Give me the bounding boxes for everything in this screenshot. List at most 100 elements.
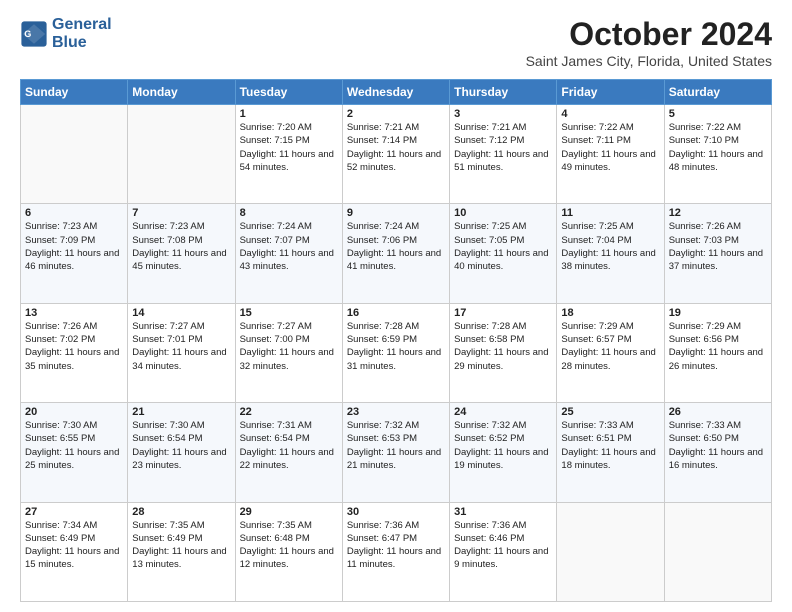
day-info: Sunrise: 7:25 AM Sunset: 7:04 PM Dayligh… [561, 220, 659, 273]
week-row-3: 13Sunrise: 7:26 AM Sunset: 7:02 PM Dayli… [21, 303, 772, 402]
calendar-cell: 26Sunrise: 7:33 AM Sunset: 6:50 PM Dayli… [664, 403, 771, 502]
calendar-cell [128, 105, 235, 204]
weekday-header-sunday: Sunday [21, 80, 128, 105]
day-info: Sunrise: 7:23 AM Sunset: 7:09 PM Dayligh… [25, 220, 123, 273]
day-number: 11 [561, 207, 659, 219]
calendar-cell: 15Sunrise: 7:27 AM Sunset: 7:00 PM Dayli… [235, 303, 342, 402]
day-info: Sunrise: 7:21 AM Sunset: 7:12 PM Dayligh… [454, 121, 552, 174]
calendar-cell: 24Sunrise: 7:32 AM Sunset: 6:52 PM Dayli… [450, 403, 557, 502]
calendar-cell: 1Sunrise: 7:20 AM Sunset: 7:15 PM Daylig… [235, 105, 342, 204]
day-number: 22 [240, 406, 338, 418]
day-number: 27 [25, 506, 123, 518]
day-number: 4 [561, 108, 659, 120]
day-number: 21 [132, 406, 230, 418]
day-number: 23 [347, 406, 445, 418]
day-info: Sunrise: 7:22 AM Sunset: 7:10 PM Dayligh… [669, 121, 767, 174]
day-info: Sunrise: 7:29 AM Sunset: 6:57 PM Dayligh… [561, 320, 659, 373]
day-info: Sunrise: 7:27 AM Sunset: 7:01 PM Dayligh… [132, 320, 230, 373]
calendar-cell: 9Sunrise: 7:24 AM Sunset: 7:06 PM Daylig… [342, 204, 449, 303]
location: Saint James City, Florida, United States [526, 53, 772, 69]
day-info: Sunrise: 7:36 AM Sunset: 6:47 PM Dayligh… [347, 519, 445, 572]
day-number: 12 [669, 207, 767, 219]
day-info: Sunrise: 7:30 AM Sunset: 6:54 PM Dayligh… [132, 419, 230, 472]
day-number: 28 [132, 506, 230, 518]
calendar-cell: 5Sunrise: 7:22 AM Sunset: 7:10 PM Daylig… [664, 105, 771, 204]
week-row-4: 20Sunrise: 7:30 AM Sunset: 6:55 PM Dayli… [21, 403, 772, 502]
calendar-cell [557, 502, 664, 601]
weekday-header-thursday: Thursday [450, 80, 557, 105]
calendar-cell: 20Sunrise: 7:30 AM Sunset: 6:55 PM Dayli… [21, 403, 128, 502]
day-info: Sunrise: 7:34 AM Sunset: 6:49 PM Dayligh… [25, 519, 123, 572]
day-number: 18 [561, 307, 659, 319]
day-info: Sunrise: 7:32 AM Sunset: 6:52 PM Dayligh… [454, 419, 552, 472]
day-number: 2 [347, 108, 445, 120]
day-number: 13 [25, 307, 123, 319]
calendar-cell: 6Sunrise: 7:23 AM Sunset: 7:09 PM Daylig… [21, 204, 128, 303]
calendar-cell: 27Sunrise: 7:34 AM Sunset: 6:49 PM Dayli… [21, 502, 128, 601]
calendar-cell: 4Sunrise: 7:22 AM Sunset: 7:11 PM Daylig… [557, 105, 664, 204]
calendar-cell: 30Sunrise: 7:36 AM Sunset: 6:47 PM Dayli… [342, 502, 449, 601]
weekday-header-monday: Monday [128, 80, 235, 105]
day-info: Sunrise: 7:28 AM Sunset: 6:58 PM Dayligh… [454, 320, 552, 373]
day-number: 30 [347, 506, 445, 518]
calendar-cell: 12Sunrise: 7:26 AM Sunset: 7:03 PM Dayli… [664, 204, 771, 303]
day-info: Sunrise: 7:20 AM Sunset: 7:15 PM Dayligh… [240, 121, 338, 174]
day-number: 24 [454, 406, 552, 418]
page: G General Blue October 2024 Saint James … [0, 0, 792, 612]
day-info: Sunrise: 7:28 AM Sunset: 6:59 PM Dayligh… [347, 320, 445, 373]
calendar-cell: 22Sunrise: 7:31 AM Sunset: 6:54 PM Dayli… [235, 403, 342, 502]
calendar-cell: 2Sunrise: 7:21 AM Sunset: 7:14 PM Daylig… [342, 105, 449, 204]
day-info: Sunrise: 7:26 AM Sunset: 7:02 PM Dayligh… [25, 320, 123, 373]
day-info: Sunrise: 7:33 AM Sunset: 6:51 PM Dayligh… [561, 419, 659, 472]
weekday-header-tuesday: Tuesday [235, 80, 342, 105]
day-info: Sunrise: 7:26 AM Sunset: 7:03 PM Dayligh… [669, 220, 767, 273]
calendar-cell: 3Sunrise: 7:21 AM Sunset: 7:12 PM Daylig… [450, 105, 557, 204]
calendar-cell: 23Sunrise: 7:32 AM Sunset: 6:53 PM Dayli… [342, 403, 449, 502]
day-number: 3 [454, 108, 552, 120]
day-info: Sunrise: 7:24 AM Sunset: 7:06 PM Dayligh… [347, 220, 445, 273]
weekday-header-row: SundayMondayTuesdayWednesdayThursdayFrid… [21, 80, 772, 105]
calendar-cell: 21Sunrise: 7:30 AM Sunset: 6:54 PM Dayli… [128, 403, 235, 502]
calendar-cell: 18Sunrise: 7:29 AM Sunset: 6:57 PM Dayli… [557, 303, 664, 402]
week-row-5: 27Sunrise: 7:34 AM Sunset: 6:49 PM Dayli… [21, 502, 772, 601]
weekday-header-friday: Friday [557, 80, 664, 105]
calendar-cell: 19Sunrise: 7:29 AM Sunset: 6:56 PM Dayli… [664, 303, 771, 402]
day-number: 8 [240, 207, 338, 219]
week-row-1: 1Sunrise: 7:20 AM Sunset: 7:15 PM Daylig… [21, 105, 772, 204]
day-number: 20 [25, 406, 123, 418]
calendar-cell: 28Sunrise: 7:35 AM Sunset: 6:49 PM Dayli… [128, 502, 235, 601]
svg-text:G: G [24, 28, 31, 38]
calendar-cell [664, 502, 771, 601]
calendar: SundayMondayTuesdayWednesdayThursdayFrid… [20, 79, 772, 602]
week-row-2: 6Sunrise: 7:23 AM Sunset: 7:09 PM Daylig… [21, 204, 772, 303]
day-number: 5 [669, 108, 767, 120]
day-info: Sunrise: 7:22 AM Sunset: 7:11 PM Dayligh… [561, 121, 659, 174]
logo-text: General Blue [52, 16, 112, 51]
month-title: October 2024 [526, 16, 772, 53]
day-number: 26 [669, 406, 767, 418]
day-number: 10 [454, 207, 552, 219]
day-info: Sunrise: 7:23 AM Sunset: 7:08 PM Dayligh… [132, 220, 230, 273]
day-info: Sunrise: 7:33 AM Sunset: 6:50 PM Dayligh… [669, 419, 767, 472]
day-info: Sunrise: 7:27 AM Sunset: 7:00 PM Dayligh… [240, 320, 338, 373]
day-info: Sunrise: 7:31 AM Sunset: 6:54 PM Dayligh… [240, 419, 338, 472]
weekday-header-wednesday: Wednesday [342, 80, 449, 105]
day-info: Sunrise: 7:36 AM Sunset: 6:46 PM Dayligh… [454, 519, 552, 572]
weekday-header-saturday: Saturday [664, 80, 771, 105]
day-info: Sunrise: 7:35 AM Sunset: 6:49 PM Dayligh… [132, 519, 230, 572]
logo: G General Blue [20, 16, 112, 51]
title-block: October 2024 Saint James City, Florida, … [526, 16, 772, 69]
day-info: Sunrise: 7:32 AM Sunset: 6:53 PM Dayligh… [347, 419, 445, 472]
calendar-cell: 13Sunrise: 7:26 AM Sunset: 7:02 PM Dayli… [21, 303, 128, 402]
day-number: 1 [240, 108, 338, 120]
day-info: Sunrise: 7:29 AM Sunset: 6:56 PM Dayligh… [669, 320, 767, 373]
header: G General Blue October 2024 Saint James … [20, 16, 772, 69]
logo-icon: G [20, 20, 48, 48]
calendar-cell: 16Sunrise: 7:28 AM Sunset: 6:59 PM Dayli… [342, 303, 449, 402]
day-number: 9 [347, 207, 445, 219]
day-info: Sunrise: 7:30 AM Sunset: 6:55 PM Dayligh… [25, 419, 123, 472]
calendar-cell: 8Sunrise: 7:24 AM Sunset: 7:07 PM Daylig… [235, 204, 342, 303]
day-number: 16 [347, 307, 445, 319]
day-number: 31 [454, 506, 552, 518]
day-number: 17 [454, 307, 552, 319]
